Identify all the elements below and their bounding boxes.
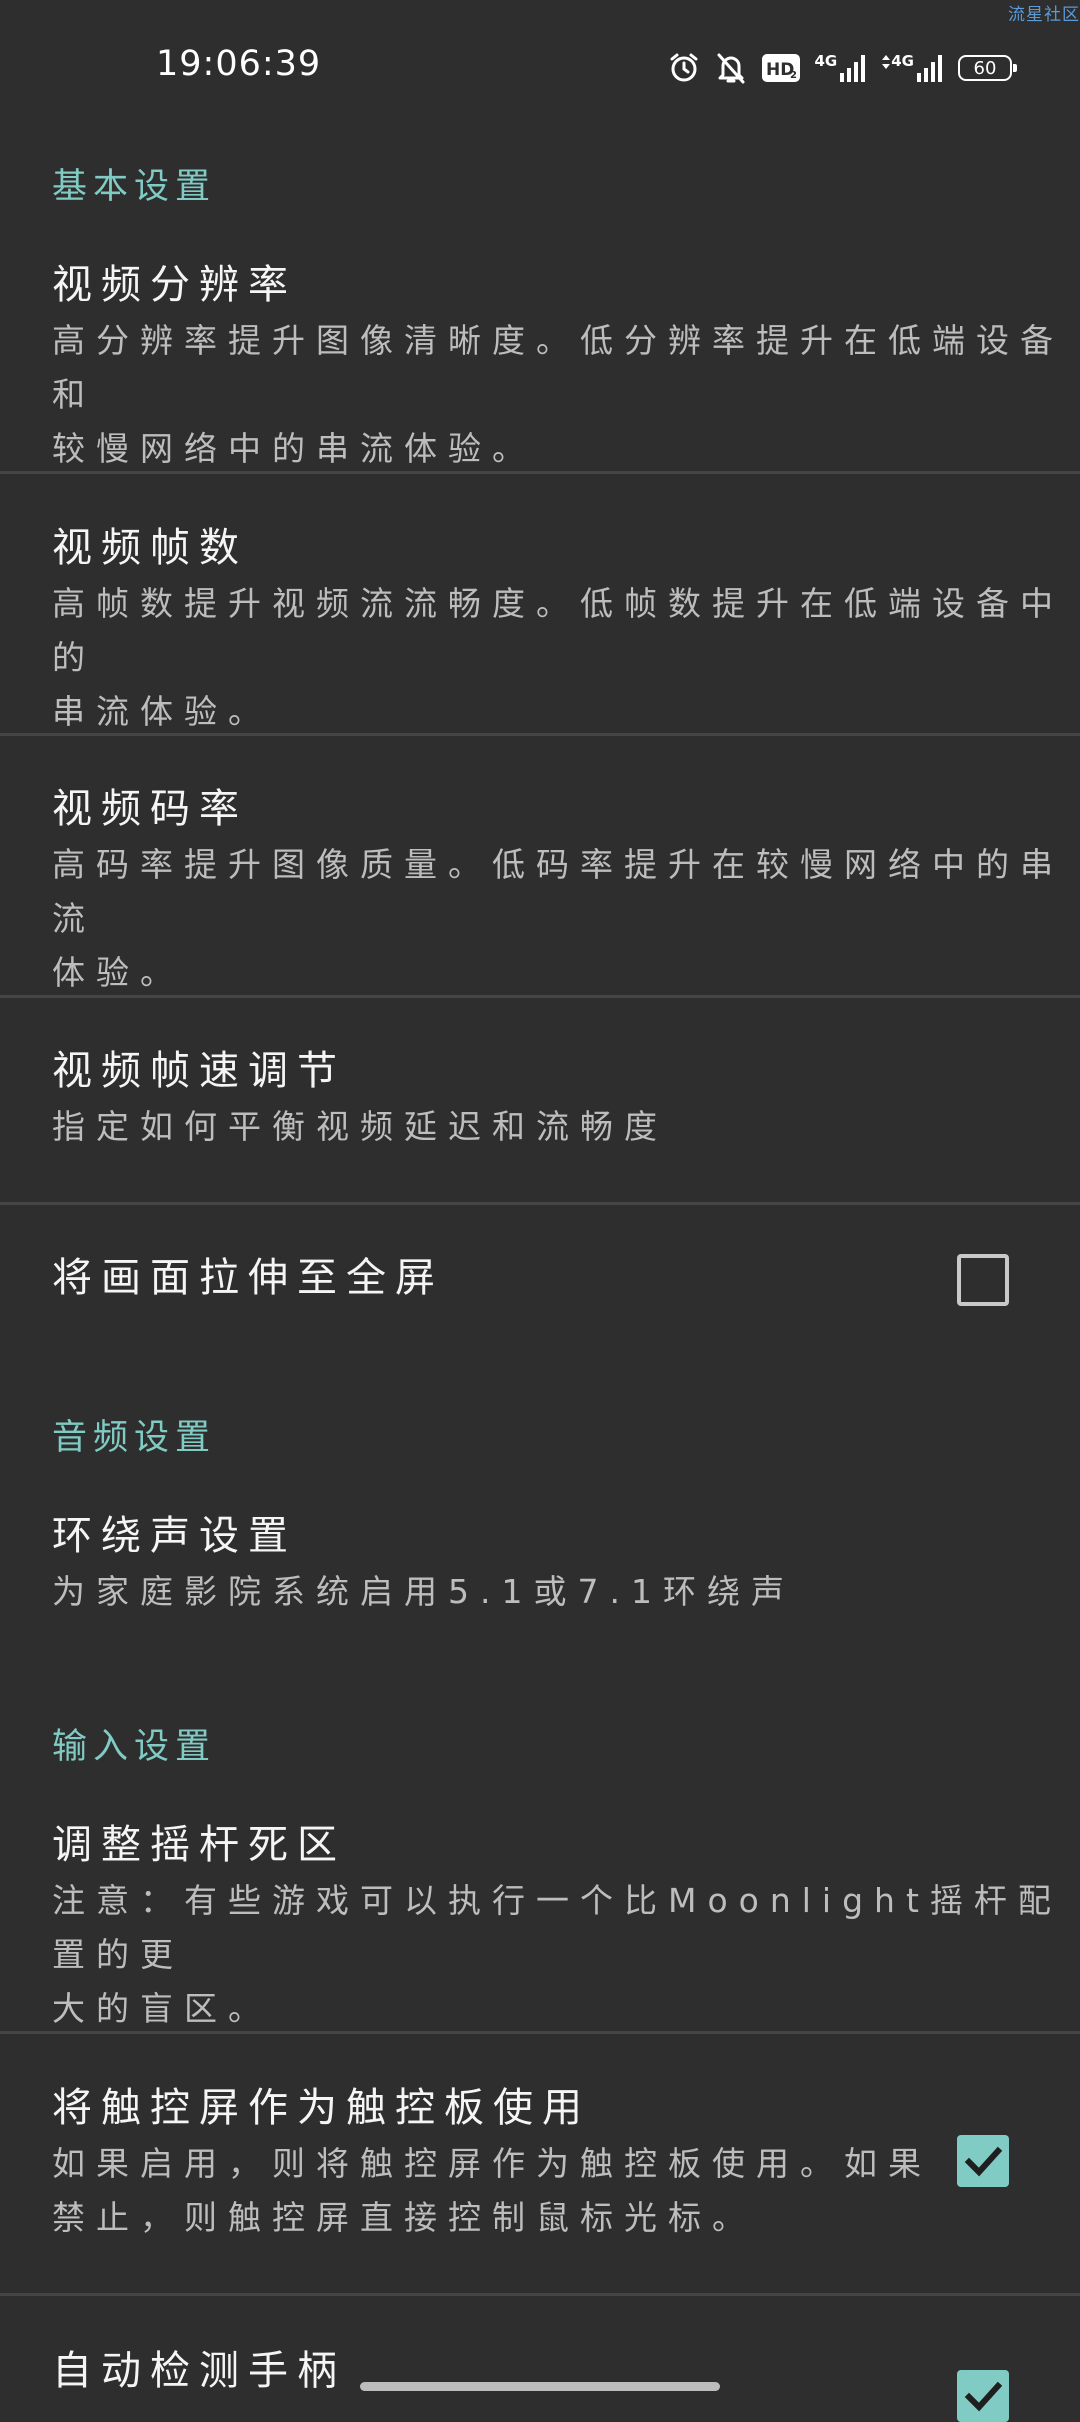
status-time: 19:06:39 [156,44,322,84]
signal-4g-icon-2: 4G [881,53,944,83]
pref-summary: 高码率提升图像质量。低码率提升在较慢网络中的串流 体验。 [52,845,1064,992]
pref-video-bitrate[interactable]: 视频码率 高码率提升图像质量。低码率提升在较慢网络中的串流 体验。 [0,782,1080,1000]
pref-title: 视频码率 [52,786,248,832]
hd-icon: HD 2 [761,53,801,83]
pref-summary: 高分辨率提升图像清晰度。低分辨率提升在低端设备和 较慢网络中的串流体验。 [52,321,1064,468]
section-header-audio: 音频设置 [52,1418,217,1458]
pref-summary: 为家庭影院系统启用5.1或7.1环绕声 [52,1572,795,1611]
pref-summary: 高帧数提升视频流流畅度。低帧数提升在低端设备中的 串流体验。 [52,584,1064,731]
divider [0,471,1080,474]
status-bar: 19:06:39 HD 2 4G 4G 60 [0,0,1080,140]
touchpad-checkbox[interactable] [957,2135,1009,2187]
signal-4g-label-2: 4G [891,51,914,70]
pref-surround-sound[interactable]: 环绕声设置 为家庭影院系统启用5.1或7.1环绕声 [0,1509,1080,1619]
divider [0,2293,1080,2296]
alarm-icon [667,51,701,85]
pref-video-fps[interactable]: 视频帧数 高帧数提升视频流流畅度。低帧数提升在低端设备中的 串流体验。 [0,521,1080,739]
divider [0,995,1080,998]
pref-title: 视频帧数 [52,525,248,571]
signal-4g-icon: 4G [815,53,868,83]
svg-text:2: 2 [790,70,797,81]
pref-stretch-fullscreen[interactable]: 将画面拉伸至全屏 [0,1251,1080,1305]
pref-title: 将画面拉伸至全屏 [52,1255,444,1301]
checkmark-icon [964,2381,1003,2412]
home-indicator[interactable] [360,2382,720,2391]
pref-stick-deadzone[interactable]: 调整摇杆死区 注意：有些游戏可以执行一个比Moonlight摇杆配置的更 大的盲… [0,1818,1080,2036]
status-icons: HD 2 4G 4G 60 [667,48,1017,88]
pref-title: 调整摇杆死区 [52,1822,346,1868]
pref-summary: 注意：有些游戏可以执行一个比Moonlight摇杆配置的更 大的盲区。 [52,1881,1062,2028]
section-header-basic: 基本设置 [52,167,217,207]
stretch-checkbox[interactable] [957,1254,1009,1306]
pref-frame-pacing[interactable]: 视频帧速调节 指定如何平衡视频延迟和流畅度 [0,1044,1080,1154]
pref-touchscreen-trackpad[interactable]: 将触控屏作为触控板使用 如果启用，则将触控屏作为触控板使用。如果 禁止，则触控屏… [0,2081,1080,2245]
pref-title: 视频帧速调节 [52,1048,346,1094]
battery-level: 60 [958,55,1017,81]
pref-video-resolution[interactable]: 视频分辨率 高分辨率提升图像清晰度。低分辨率提升在低端设备和 较慢网络中的串流体… [0,258,1080,476]
battery-icon: 60 [958,55,1017,81]
pref-summary: 指定如何平衡视频延迟和流畅度 [52,1107,668,1146]
checkmark-icon [964,2146,1003,2177]
autodetect-checkbox[interactable] [957,2370,1009,2422]
mute-bell-icon [715,51,747,85]
divider [0,1202,1080,1205]
pref-title: 环绕声设置 [52,1513,297,1559]
divider [0,733,1080,736]
section-header-input: 输入设置 [52,1727,217,1767]
signal-4g-label: 4G [814,51,838,70]
pref-title: 视频分辨率 [52,262,297,308]
pref-summary: 如果启用，则将触控屏作为触控板使用。如果 禁止，则触控屏直接控制鼠标光标。 [52,2144,932,2237]
pref-title: 将触控屏作为触控板使用 [52,2085,591,2131]
divider [0,2031,1080,2034]
